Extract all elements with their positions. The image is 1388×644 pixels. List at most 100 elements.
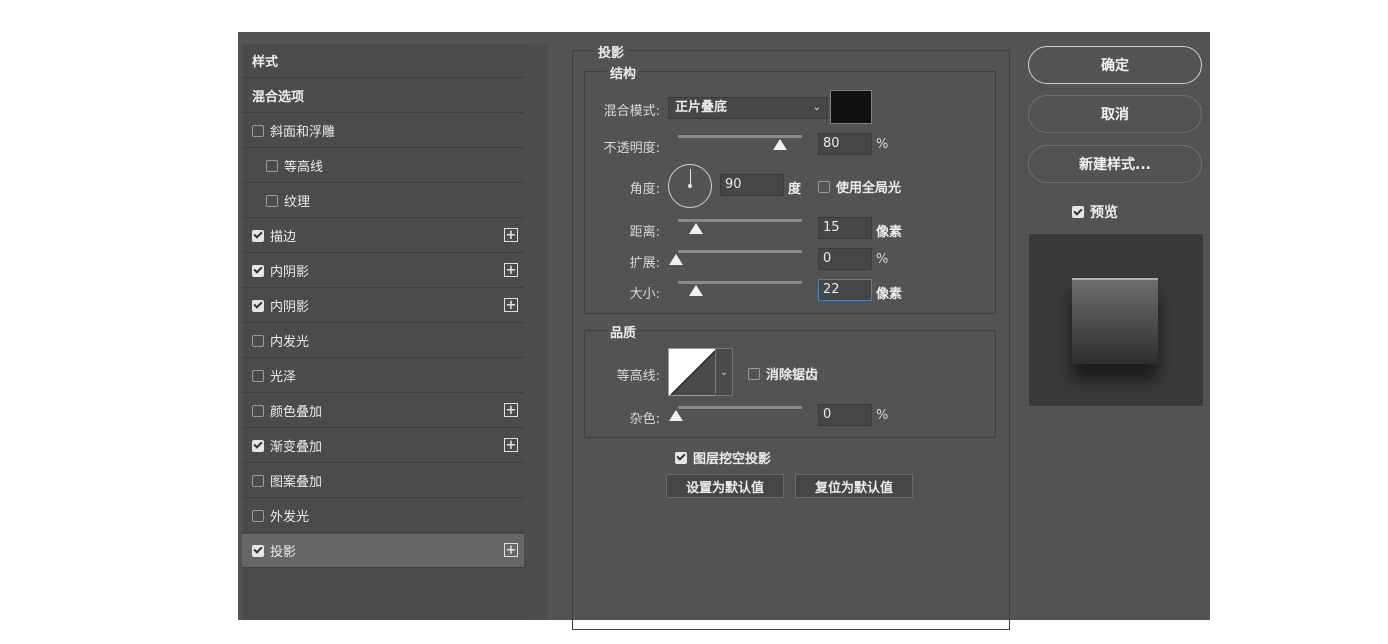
layer-style-dialog: 样式 混合选项 斜面和浮雕 等高线 纹理 描边 + 内阴影 + 内阴影 + 内发… <box>238 32 1210 630</box>
blend-options-item[interactable]: 混合选项 <box>242 79 524 113</box>
inner-shadow-2-checkbox[interactable] <box>252 299 264 312</box>
bevel-emboss-checkbox[interactable] <box>252 124 264 137</box>
cancel-button[interactable]: 取消 <box>1028 95 1202 133</box>
spread-slider-track[interactable] <box>678 250 802 253</box>
distance-slider-thumb[interactable] <box>689 223 703 234</box>
pattern-overlay-checkbox[interactable] <box>252 474 264 487</box>
style-item-inner-glow[interactable]: 内发光 <box>242 324 524 358</box>
anti-alias-checkbox-row[interactable]: 消除锯齿 <box>748 364 818 383</box>
opacity-label: 不透明度: <box>603 141 660 156</box>
blend-mode-value: 正片叠底 <box>675 100 728 115</box>
style-item-outer-glow[interactable]: 外发光 <box>242 499 524 533</box>
contour-checkbox[interactable] <box>266 159 278 172</box>
preview-shape <box>1072 278 1158 364</box>
ok-button[interactable]: 确定 <box>1028 46 1202 84</box>
style-list-header-label: 样式 <box>252 55 279 70</box>
noise-slider-thumb[interactable] <box>669 410 683 421</box>
opacity-slider-track[interactable] <box>678 135 802 138</box>
opacity-input[interactable]: 80 <box>818 133 872 155</box>
size-slider-thumb[interactable] <box>689 285 703 296</box>
style-list-scrollbar[interactable] <box>526 44 548 620</box>
blend-options-label: 混合选项 <box>252 90 305 105</box>
style-item-label: 内阴影 <box>270 300 310 315</box>
anti-alias-label: 消除锯齿 <box>766 368 819 383</box>
structure-legend: 结构 <box>607 63 640 82</box>
add-color-overlay-button[interactable]: + <box>504 403 518 417</box>
noise-input[interactable]: 0 <box>818 404 872 426</box>
noise-slider-track[interactable] <box>678 406 802 409</box>
knockout-checkbox[interactable] <box>675 451 687 464</box>
add-stroke-button[interactable]: + <box>504 228 518 242</box>
contour-label: 等高线: <box>616 369 660 384</box>
set-default-button[interactable]: 设置为默认值 <box>666 474 784 498</box>
size-unit: 像素 <box>876 287 903 302</box>
spread-slider-thumb[interactable] <box>669 254 683 265</box>
size-slider-track[interactable] <box>678 281 802 284</box>
add-inner-shadow-button[interactable]: + <box>504 263 518 277</box>
style-item-label: 描边 <box>270 230 297 245</box>
spread-unit: % <box>876 252 889 267</box>
texture-checkbox[interactable] <box>266 194 278 207</box>
contour-dropdown-button[interactable]: ⌄ <box>715 348 733 396</box>
global-light-label: 使用全局光 <box>836 181 902 196</box>
size-input[interactable]: 22 <box>818 279 872 301</box>
style-item-color-overlay[interactable]: 颜色叠加 + <box>242 394 524 428</box>
style-item-stroke[interactable]: 描边 + <box>242 219 524 253</box>
noise-unit: % <box>876 408 889 423</box>
drop-shadow-checkbox[interactable] <box>252 544 264 557</box>
angle-input[interactable]: 90 <box>720 174 784 196</box>
anti-alias-checkbox[interactable] <box>748 367 760 380</box>
style-item-label: 内发光 <box>270 335 310 350</box>
angle-label: 角度: <box>629 182 660 197</box>
satin-checkbox[interactable] <box>252 369 264 382</box>
opacity-slider-thumb[interactable] <box>773 139 787 150</box>
blend-mode-select[interactable]: 正片叠底 ⌄ <box>668 97 828 119</box>
global-light-checkbox-row[interactable]: 使用全局光 <box>818 177 901 196</box>
style-item-label: 图案叠加 <box>270 475 323 490</box>
preview-label: 预览 <box>1090 205 1118 221</box>
distance-slider-track[interactable] <box>678 219 802 222</box>
global-light-checkbox[interactable] <box>818 180 830 193</box>
style-item-label: 渐变叠加 <box>270 440 323 455</box>
gradient-overlay-checkbox[interactable] <box>252 439 264 452</box>
distance-input[interactable]: 15 <box>818 217 872 239</box>
style-item-inner-shadow[interactable]: 内阴影 + <box>242 254 524 288</box>
preview-checkbox-row[interactable]: 预览 <box>1072 202 1118 222</box>
outer-glow-checkbox[interactable] <box>252 509 264 522</box>
style-item-label: 外发光 <box>270 510 310 525</box>
style-item-texture[interactable]: 纹理 <box>242 184 524 218</box>
spread-input[interactable]: 0 <box>818 248 872 270</box>
add-drop-shadow-button[interactable]: + <box>504 543 518 557</box>
new-style-button[interactable]: 新建样式... <box>1028 145 1202 183</box>
opacity-unit: % <box>876 137 889 152</box>
preview-checkbox[interactable] <box>1072 206 1084 218</box>
style-list: 样式 混合选项 斜面和浮雕 等高线 纹理 描边 + 内阴影 + 内阴影 + 内发… <box>242 44 526 620</box>
style-item-pattern-overlay[interactable]: 图案叠加 <box>242 464 524 498</box>
style-item-satin[interactable]: 光泽 <box>242 359 524 393</box>
style-item-inner-shadow-2[interactable]: 内阴影 + <box>242 289 524 323</box>
style-item-label: 颜色叠加 <box>270 405 323 420</box>
style-item-label: 斜面和浮雕 <box>270 125 336 140</box>
preview-thumbnail <box>1029 234 1203 406</box>
inner-shadow-checkbox[interactable] <box>252 264 264 277</box>
angle-center-dot <box>688 184 692 188</box>
style-item-label: 内阴影 <box>270 265 310 280</box>
reset-default-button[interactable]: 复位为默认值 <box>795 474 913 498</box>
distance-label: 距离: <box>629 225 660 240</box>
shadow-color-swatch[interactable] <box>830 90 872 124</box>
drop-shadow-title: 投影 <box>595 42 628 61</box>
add-inner-shadow-2-button[interactable]: + <box>504 298 518 312</box>
color-overlay-checkbox[interactable] <box>252 404 264 417</box>
angle-dial[interactable] <box>668 164 712 208</box>
knockout-checkbox-row[interactable]: 图层挖空投影 <box>675 448 771 467</box>
style-item-drop-shadow[interactable]: 投影 + <box>242 534 524 568</box>
style-item-bevel-emboss[interactable]: 斜面和浮雕 <box>242 114 524 148</box>
style-list-header[interactable]: 样式 <box>242 44 524 78</box>
inner-glow-checkbox[interactable] <box>252 334 264 347</box>
style-item-label: 投影 <box>270 545 297 560</box>
add-gradient-overlay-button[interactable]: + <box>504 438 518 452</box>
style-item-gradient-overlay[interactable]: 渐变叠加 + <box>242 429 524 463</box>
stroke-checkbox[interactable] <box>252 229 264 242</box>
contour-picker[interactable] <box>668 348 716 396</box>
style-item-contour[interactable]: 等高线 <box>242 149 524 183</box>
